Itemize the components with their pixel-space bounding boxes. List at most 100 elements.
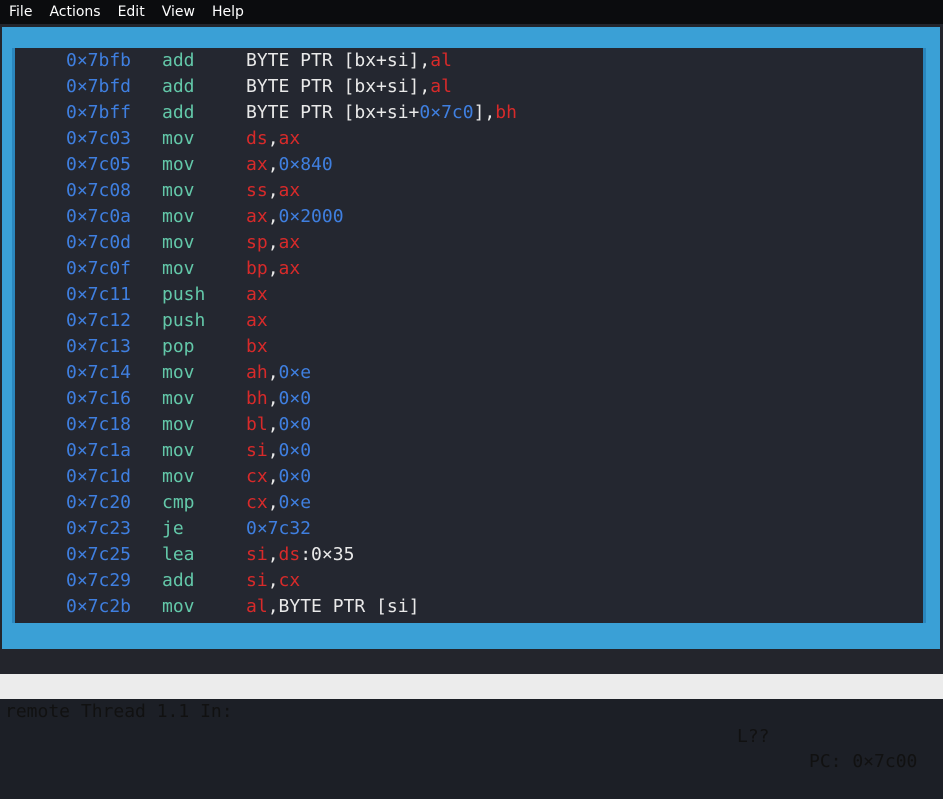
disassembly-line[interactable]: 0×7c16 mov bh,0×0 bbox=[15, 386, 923, 412]
operand-register: cx bbox=[246, 466, 268, 487]
operand-register: bl bbox=[246, 414, 268, 435]
instruction-operands: cx,0×0 bbox=[246, 464, 311, 490]
instruction-mnemonic: mov bbox=[162, 362, 195, 383]
instruction-address: 0×7c20 bbox=[66, 492, 132, 513]
instruction-mnemonic: je bbox=[162, 518, 184, 539]
disassembly-line[interactable]: 0×7c0d mov sp,ax bbox=[15, 230, 923, 256]
instruction-operands: ss,ax bbox=[246, 178, 300, 204]
instruction-operands: bl,0×0 bbox=[246, 412, 311, 438]
operand-register: ax bbox=[278, 128, 301, 149]
operand-text: , bbox=[267, 154, 279, 175]
operand-text: , bbox=[267, 414, 279, 435]
disassembly-line[interactable]: 0×7c0f mov bp,ax bbox=[15, 256, 923, 282]
instruction-mnemonic: cmp bbox=[162, 492, 195, 513]
operand-register: bp bbox=[246, 258, 268, 279]
operand-text: , bbox=[267, 128, 279, 149]
operand-text: , bbox=[267, 570, 279, 591]
instruction-mnemonic: mov bbox=[162, 596, 195, 617]
operand-text: BYTE PTR [bx+si], bbox=[246, 76, 431, 97]
operand-number: 0×e bbox=[278, 362, 312, 383]
instruction-address: 0×7c18 bbox=[66, 414, 132, 435]
operand-text: , bbox=[267, 440, 279, 461]
operand-number: 0×7c32 bbox=[246, 518, 312, 539]
instruction-mnemonic: mov bbox=[162, 128, 195, 149]
disassembly-line[interactable]: 0×7c03 mov ds,ax bbox=[15, 126, 923, 152]
instruction-address: 0×7c03 bbox=[66, 128, 132, 149]
disassembly-line[interactable]: 0×7c08 mov ss,ax bbox=[15, 178, 923, 204]
disassembly-line[interactable]: 0×7bfd add BYTE PTR [bx+si],al bbox=[15, 74, 923, 100]
disassembly-line[interactable]: 0×7c23 je 0×7c32 bbox=[15, 516, 923, 542]
operand-register: ds bbox=[246, 128, 268, 149]
disassembly-line[interactable]: 0×7c1d mov cx,0×0 bbox=[15, 464, 923, 490]
operand-register: si bbox=[246, 570, 268, 591]
menu-actions[interactable]: Actions bbox=[40, 0, 108, 24]
menu-help[interactable]: Help bbox=[203, 0, 252, 24]
disassembly-line[interactable]: 0×7c05 mov ax,0×840 bbox=[15, 152, 923, 178]
operand-register: ax bbox=[278, 180, 301, 201]
instruction-operands: BYTE PTR [bx+si+0×7c0],bh bbox=[246, 100, 517, 126]
operand-register: al bbox=[430, 50, 452, 71]
instruction-mnemonic: mov bbox=[162, 154, 195, 175]
instruction-address: 0×7c08 bbox=[66, 180, 132, 201]
operand-register: cx bbox=[278, 570, 301, 591]
instruction-operands: BYTE PTR [bx+si],al bbox=[246, 74, 452, 100]
menu-edit[interactable]: Edit bbox=[109, 0, 153, 24]
operand-register: ax bbox=[246, 284, 268, 305]
operand-text: , bbox=[267, 492, 279, 513]
instruction-mnemonic: lea bbox=[162, 544, 195, 565]
disassembly-window[interactable]: 0×7bfb add BYTE PTR [bx+si],al 0×7bfd add BYT… bbox=[12, 48, 926, 623]
instruction-address: 0×7c1a bbox=[66, 440, 132, 461]
operand-register: ax bbox=[246, 310, 268, 331]
operand-text: :0×35 bbox=[300, 544, 355, 565]
instruction-address: 0×7c11 bbox=[66, 284, 132, 305]
disassembly-line[interactable]: 0×7bfb add BYTE PTR [bx+si],al bbox=[15, 48, 923, 74]
operand-text: , bbox=[267, 258, 279, 279]
operand-text: , bbox=[267, 466, 279, 487]
operand-register: sp bbox=[246, 232, 268, 253]
disassembly-line[interactable]: 0×7c13 pop bx bbox=[15, 334, 923, 360]
operand-number: 0×0 bbox=[278, 414, 312, 435]
instruction-operands: si,0×0 bbox=[246, 438, 311, 464]
operand-text: BYTE PTR [bx+si+ bbox=[246, 102, 420, 123]
instruction-mnemonic: push bbox=[162, 310, 206, 331]
instruction-address: 0×7c0d bbox=[66, 232, 132, 253]
disassembly-line[interactable]: 0×7c2b mov al,BYTE PTR [si] bbox=[15, 594, 923, 620]
disassembly-line[interactable]: 0×7c11 push ax bbox=[15, 282, 923, 308]
instruction-operands: bp,ax bbox=[246, 256, 300, 282]
menu-bar: File Actions Edit View Help bbox=[0, 0, 943, 24]
status-line-number: L?? bbox=[737, 726, 770, 747]
instruction-mnemonic: mov bbox=[162, 440, 195, 461]
disassembly-line[interactable]: 0×7c25 lea si,ds:0×35 bbox=[15, 542, 923, 568]
instruction-operands: ax bbox=[246, 308, 268, 334]
disassembly-line[interactable]: 0×7c0a mov ax,0×2000 bbox=[15, 204, 923, 230]
instruction-address: 0×7bff bbox=[66, 102, 132, 123]
instruction-address: 0×7bfb bbox=[66, 50, 132, 71]
disassembly-line[interactable]: 0×7c29 add si,cx bbox=[15, 568, 923, 594]
disassembly-line[interactable]: 0×7c18 mov bl,0×0 bbox=[15, 412, 923, 438]
instruction-address: 0×7c25 bbox=[66, 544, 132, 565]
operand-text: ,BYTE PTR [si] bbox=[267, 596, 420, 617]
disassembly-line[interactable]: 0×7c1a mov si,0×0 bbox=[15, 438, 923, 464]
instruction-mnemonic: mov bbox=[162, 258, 195, 279]
disassembly-line[interactable]: 0×7c20 cmp cx,0×e bbox=[15, 490, 923, 516]
instruction-operands: BYTE PTR [bx+si],al bbox=[246, 48, 452, 74]
instruction-mnemonic: mov bbox=[162, 414, 195, 435]
terminal-area[interactable]: 0×7bfb add BYTE PTR [bx+si],al 0×7bfd add BYT… bbox=[0, 24, 943, 772]
instruction-address: 0×7c2b bbox=[66, 596, 132, 617]
operand-text: ], bbox=[473, 102, 496, 123]
operand-number: 0×2000 bbox=[278, 206, 344, 227]
instruction-operands: ax,0×2000 bbox=[246, 204, 344, 230]
operand-text: BYTE PTR [bx+si], bbox=[246, 50, 431, 71]
instruction-operands: bx bbox=[246, 334, 268, 360]
operand-text: , bbox=[267, 232, 279, 253]
disassembly-line[interactable]: 0×7c14 mov ah,0×e bbox=[15, 360, 923, 386]
menu-file[interactable]: File bbox=[0, 0, 40, 24]
instruction-address: 0×7c1d bbox=[66, 466, 132, 487]
disassembly-line[interactable]: 0×7bff add BYTE PTR [bx+si+0×7c0],bh bbox=[15, 100, 923, 126]
instruction-operands: sp,ax bbox=[246, 230, 300, 256]
status-program-counter: PC: 0×7c00 bbox=[809, 751, 918, 772]
menu-view[interactable]: View bbox=[153, 0, 203, 24]
instruction-operands: si,ds:0×35 bbox=[246, 542, 354, 568]
instruction-operands: 0×7c32 bbox=[246, 516, 311, 542]
disassembly-line[interactable]: 0×7c12 push ax bbox=[15, 308, 923, 334]
